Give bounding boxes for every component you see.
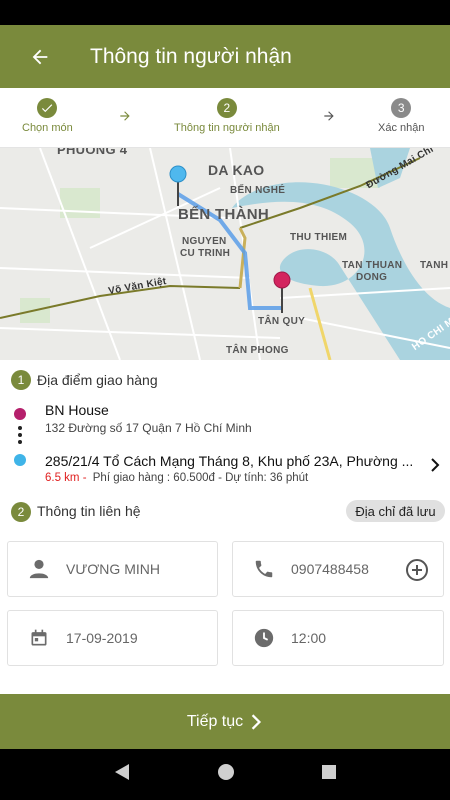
map-label: DONG xyxy=(356,272,388,283)
origin-address: 132 Đường số 17 Quận 7 Hồ Chí Minh xyxy=(45,421,252,435)
map-label: THU THIEM xyxy=(290,232,348,243)
chevron-right-icon xyxy=(251,713,262,730)
add-circle-icon[interactable] xyxy=(405,558,429,587)
date-value: 17-09-2019 xyxy=(66,630,138,646)
time-value: 12:00 xyxy=(291,630,327,646)
nav-recents-icon[interactable] xyxy=(321,764,337,785)
continue-label: Tiếp tục xyxy=(186,712,244,730)
order-stepper: Chọn món 2 Thông tin người nhận 3 Xác nh… xyxy=(0,88,450,148)
arrow-right-icon xyxy=(322,109,336,126)
phone-field[interactable]: 0907488458 xyxy=(232,541,444,597)
map-label: CU TRINH xyxy=(180,248,231,259)
step-label: Thông tin người nhận xyxy=(174,122,280,134)
date-field[interactable]: 17-09-2019 xyxy=(7,610,218,666)
chevron-right-icon xyxy=(429,458,441,477)
step-recipient-info[interactable]: 2 Thông tin người nhận xyxy=(174,98,280,134)
arrow-left-icon xyxy=(32,49,48,64)
name-field[interactable]: VƯƠNG MINH xyxy=(7,541,218,597)
saved-address-button[interactable]: Địa chỉ đã lưu xyxy=(346,500,445,522)
calendar-icon xyxy=(28,627,50,649)
route-dot-icon xyxy=(18,426,22,430)
arrow-right-icon xyxy=(118,109,132,126)
origin-name: BN House xyxy=(45,402,109,418)
map-label: TANH xyxy=(420,260,449,271)
step-number: 3 xyxy=(391,98,412,118)
map-label: TAN THUAN xyxy=(342,260,403,271)
step-label: Xác nhận xyxy=(378,122,425,134)
continue-button[interactable]: Tiếp tục xyxy=(0,694,450,749)
name-value: VƯƠNG MINH xyxy=(66,561,160,577)
person-icon xyxy=(28,558,50,580)
step-number: 2 xyxy=(216,98,237,118)
app-bar: Thông tin người nhận xyxy=(0,25,450,88)
map-label: BẾN NGHÉ xyxy=(230,185,286,196)
section-number-badge: 2 xyxy=(11,502,31,522)
destination-address: 285/21/4 Tổ Cách Mạng Tháng 8, Khu phố 2… xyxy=(45,453,414,469)
route-dot-icon xyxy=(18,440,22,444)
clock-icon xyxy=(253,627,275,649)
system-nav-bar xyxy=(0,749,450,800)
map-label: BẾN THÀNH xyxy=(178,206,270,223)
route-info: 6.5 km - Phí giao hàng : 60.500đ - Dự tí… xyxy=(45,472,308,484)
route-map[interactable]: PHUONG 4 DA KAO BẾN NGHÉ BẾN THÀNH NGUYE… xyxy=(0,148,450,360)
time-field[interactable]: 12:00 xyxy=(232,610,444,666)
contact-section-title: Thông tin liên hệ xyxy=(37,503,141,519)
status-bar xyxy=(0,0,450,25)
map-label: NGUYEN xyxy=(182,236,227,247)
phone-value: 0907488458 xyxy=(291,561,369,577)
step-label: Chọn món xyxy=(22,122,73,134)
step-select-dish[interactable]: Chọn món xyxy=(22,98,73,134)
delivery-section-title: Địa điểm giao hàng xyxy=(37,372,158,388)
destination-dot-icon xyxy=(14,454,26,466)
map-label: TÂN QUY xyxy=(258,316,306,327)
check-icon xyxy=(37,98,58,118)
back-button[interactable] xyxy=(22,39,58,75)
origin-dot-icon xyxy=(14,408,26,420)
nav-home-icon[interactable] xyxy=(217,763,235,786)
nav-back-icon[interactable] xyxy=(113,763,131,786)
route-dot-icon xyxy=(18,433,22,437)
destination-row[interactable]: 285/21/4 Tổ Cách Mạng Tháng 8, Khu phố 2… xyxy=(40,448,445,488)
step-confirm[interactable]: 3 Xác nhận xyxy=(378,98,424,134)
map-label: PHUONG 4 xyxy=(57,148,128,157)
page-title: Thông tin người nhận xyxy=(90,44,292,68)
map-label: DA KAO xyxy=(208,162,265,178)
map-label: TÂN PHONG xyxy=(226,345,289,356)
section-number-badge: 1 xyxy=(11,370,31,390)
phone-icon xyxy=(253,558,275,580)
fee-info: Phí giao hàng : 60.500đ - Dự tính: 36 ph… xyxy=(92,472,309,484)
distance-text: 6.5 km - xyxy=(45,472,87,484)
